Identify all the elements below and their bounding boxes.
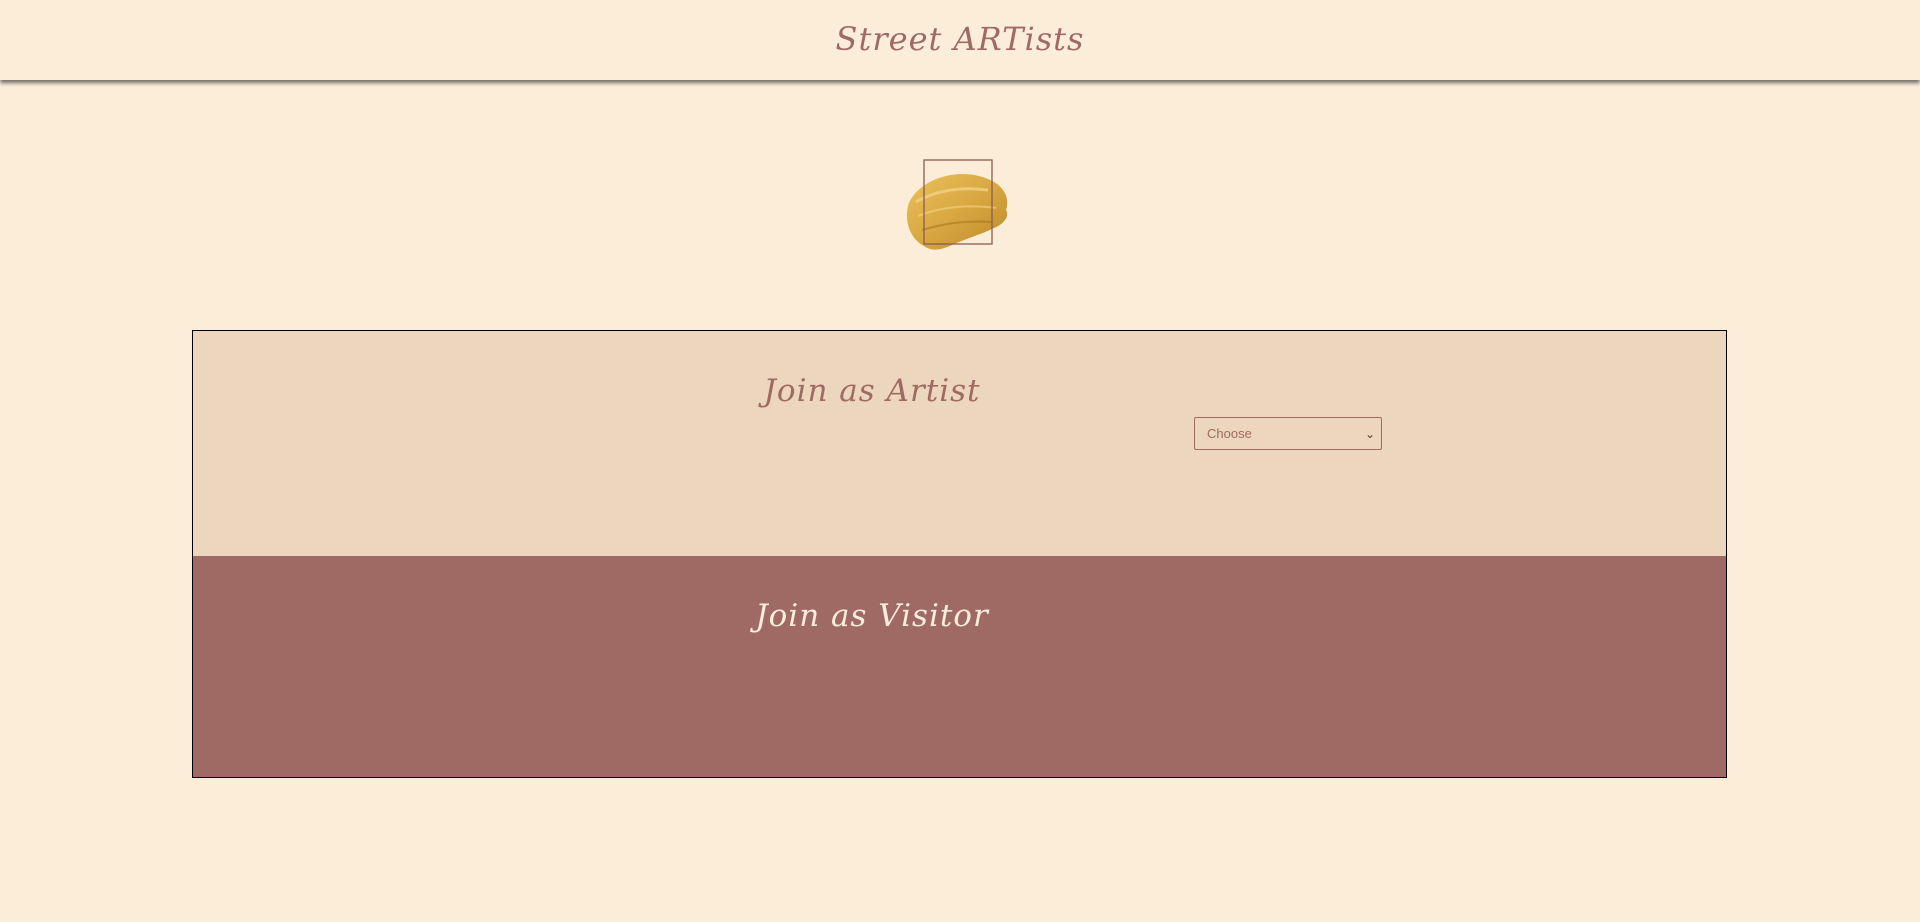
brush-logo[interactable] [898,158,1018,258]
artist-type-select[interactable]: Choose ⌄ [1194,417,1382,450]
paint-stroke-icon [906,159,1008,250]
join-artist-heading[interactable]: Join as Artist [722,373,1022,409]
select-value: Choose [1207,426,1252,441]
join-card: Join as Artist Choose ⌄ Join as Visitor [192,330,1727,778]
app-title[interactable]: Street ARTists [836,20,1085,58]
join-visitor-heading[interactable]: Join as Visitor [722,598,1022,634]
top-navbar: Street ARTists [0,0,1920,80]
visitor-panel[interactable]: Join as Visitor [193,556,1726,777]
chevron-down-icon: ⌄ [1364,426,1375,441]
artist-panel[interactable]: Join as Artist Choose ⌄ [193,331,1726,556]
